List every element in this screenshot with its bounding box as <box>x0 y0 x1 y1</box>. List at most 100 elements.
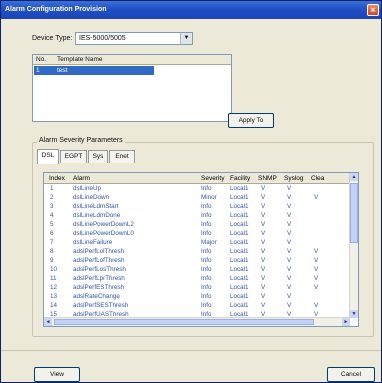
row-facility: Local1 <box>230 284 249 291</box>
scroll-up-icon[interactable]: ▲ <box>350 173 358 181</box>
row-facility: Local1 <box>230 239 249 246</box>
row-facility: Local1 <box>230 248 249 255</box>
row-syslog: V <box>287 293 292 300</box>
row-index: 5 <box>50 221 54 228</box>
row-facility: Local1 <box>230 221 249 228</box>
row-severity: Info <box>201 266 212 273</box>
row-alarm: dslLineLdmStart <box>73 203 119 210</box>
template-list[interactable]: No. Template Name 1 test <box>32 54 232 122</box>
row-clear: V <box>314 302 319 309</box>
row-severity: Info <box>201 185 212 192</box>
tab-egpt[interactable]: EGPT <box>60 150 87 163</box>
row-syslog: V <box>287 248 292 255</box>
row-index: 2 <box>50 194 54 201</box>
row-snmp: V <box>261 194 266 201</box>
close-icon[interactable]: × <box>367 4 379 16</box>
scroll-right-icon[interactable]: ► <box>342 318 350 326</box>
col-template-name[interactable]: Template Name <box>57 56 103 63</box>
row-syslog: V <box>287 257 292 264</box>
scroll-left-icon[interactable]: ◄ <box>44 318 52 326</box>
window-title: Alarm Configuration Provision <box>1 1 381 19</box>
row-syslog: V <box>287 203 292 210</box>
row-severity: Info <box>201 248 212 255</box>
col-index[interactable]: Index <box>49 175 65 182</box>
hscroll-thumb[interactable] <box>54 319 314 325</box>
row-facility: Local1 <box>230 302 249 309</box>
row-syslog: V <box>287 185 292 192</box>
col-snmp[interactable]: SNMP <box>258 175 277 182</box>
row-clear: V <box>314 275 319 282</box>
row-facility: Local1 <box>230 185 249 192</box>
col-severity[interactable]: Severity <box>201 175 224 182</box>
alarm-table[interactable]: Index Alarm Severity Facility SNMP Syslo… <box>43 172 359 327</box>
col-facility[interactable]: Facility <box>230 175 250 182</box>
table-row[interactable]: 6 dslLinePowerDownL0 Info Local1 V V <box>44 230 350 239</box>
apply-to-button[interactable]: Apply To <box>228 113 274 128</box>
row-index: 9 <box>50 257 54 264</box>
horizontal-scrollbar[interactable]: ◄ ► <box>44 317 350 326</box>
device-type-select[interactable]: IES-5000/5005 ▼ <box>75 32 193 45</box>
col-clear[interactable]: Clea <box>311 175 324 182</box>
row-severity: Info <box>201 302 212 309</box>
row-snmp: V <box>261 248 266 255</box>
tab-sys[interactable]: Sys <box>88 150 108 163</box>
template-name: test <box>57 67 68 74</box>
row-syslog: V <box>287 239 292 246</box>
device-type-label: Device Type: <box>32 35 73 42</box>
row-snmp: V <box>261 266 266 273</box>
scroll-down-icon[interactable]: ▼ <box>350 310 358 318</box>
table-row[interactable]: 3 dslLineLdmStart Info Local1 V V <box>44 203 350 212</box>
table-row[interactable]: 10 adslPerfLosThresh Info Local1 V V V <box>44 266 350 275</box>
table-row[interactable]: 5 dslLinePowerDownL2 Info Local1 V V <box>44 221 350 230</box>
table-row[interactable]: 2 dslLineDown Minor Local1 V V V <box>44 194 350 203</box>
table-row[interactable]: 9 adslPerfLofThresh Info Local1 V V V <box>44 257 350 266</box>
row-snmp: V <box>261 284 266 291</box>
row-snmp: V <box>261 257 266 264</box>
tab-dsl[interactable]: DSL <box>37 149 59 164</box>
row-alarm: adslPerfESThresh <box>73 284 125 291</box>
row-syslog: V <box>287 284 292 291</box>
chevron-down-icon[interactable]: ▼ <box>180 33 192 44</box>
table-row[interactable]: 8 adslPerfLolThresh Info Local1 V V V <box>44 248 350 257</box>
template-list-header: No. Template Name <box>33 55 231 65</box>
row-facility: Local1 <box>230 275 249 282</box>
table-row[interactable]: 14 adslPerfSESThresh Info Local1 V V V <box>44 302 350 311</box>
table-row[interactable]: 12 adslPerfESThresh Info Local1 V V V <box>44 284 350 293</box>
row-facility: Local1 <box>230 203 249 210</box>
row-alarm: dslLineDown <box>73 194 110 201</box>
vertical-scrollbar[interactable]: ▲ ▼ <box>349 173 358 318</box>
row-syslog: V <box>287 194 292 201</box>
row-clear: V <box>314 257 319 264</box>
view-button[interactable]: View <box>34 367 80 382</box>
template-row[interactable]: 1 test <box>34 66 154 75</box>
device-type-value: IES-5000/5005 <box>79 35 126 42</box>
table-row[interactable]: 13 adslRateChange Info Local1 V V <box>44 293 350 302</box>
col-no[interactable]: No. <box>36 56 46 63</box>
row-index: 11 <box>50 275 57 282</box>
row-alarm: adslPerfSESThresh <box>73 302 129 309</box>
row-clear: V <box>314 266 319 273</box>
table-row[interactable]: 1 dslLineUp Info Local1 V V <box>44 185 350 194</box>
row-facility: Local1 <box>230 266 249 273</box>
row-snmp: V <box>261 203 266 210</box>
cancel-button[interactable]: Cancel <box>327 367 375 382</box>
row-index: 1 <box>50 185 54 192</box>
tab-enet[interactable]: Enet <box>109 150 135 163</box>
row-clear: V <box>314 248 319 255</box>
table-row[interactable]: 4 dslLineLdmDone Info Local1 V V <box>44 212 350 221</box>
row-syslog: V <box>287 302 292 309</box>
row-alarm: adslPerfLofThresh <box>73 257 125 264</box>
row-snmp: V <box>261 185 266 192</box>
row-index: 3 <box>50 203 54 210</box>
row-facility: Local1 <box>230 293 249 300</box>
row-index: 7 <box>50 239 54 246</box>
row-alarm: dslLinePowerDownL0 <box>73 230 134 237</box>
col-alarm[interactable]: Alarm <box>73 175 90 182</box>
col-syslog[interactable]: Syslog <box>284 175 304 182</box>
row-alarm: adslRateChange <box>73 293 120 300</box>
row-clear: V <box>314 284 319 291</box>
row-facility: Local1 <box>230 257 249 264</box>
table-row[interactable]: 7 dslLineFailure Major Local1 V V <box>44 239 350 248</box>
scroll-thumb[interactable] <box>350 183 358 243</box>
table-row[interactable]: 11 adslPerfLprThresh Info Local1 V V V <box>44 275 350 284</box>
